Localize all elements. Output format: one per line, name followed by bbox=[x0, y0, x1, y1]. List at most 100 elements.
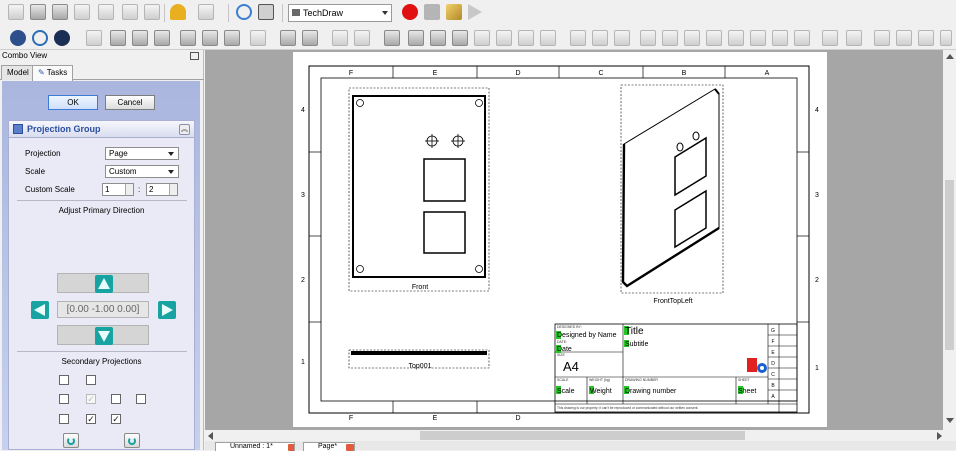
whats-this-icon[interactable] bbox=[258, 4, 274, 20]
view-bottom-icon[interactable] bbox=[202, 30, 218, 46]
draft-view-icon[interactable] bbox=[518, 30, 534, 46]
export-dxf-icon[interactable] bbox=[846, 30, 862, 46]
undo-icon[interactable] bbox=[170, 4, 186, 20]
copy-paste-icon[interactable] bbox=[144, 4, 160, 20]
collapse-icon[interactable]: ︽ bbox=[179, 124, 190, 135]
checkbox-right[interactable] bbox=[111, 394, 121, 404]
clip-add-icon[interactable] bbox=[592, 30, 608, 46]
view-iso-icon[interactable] bbox=[86, 30, 102, 46]
export-svg-icon[interactable] bbox=[822, 30, 838, 46]
drawing-number-value[interactable]: Drawing number bbox=[625, 388, 677, 395]
image-icon[interactable] bbox=[918, 30, 934, 46]
vertical-dimension-icon[interactable] bbox=[684, 30, 700, 46]
checkbox-top-left[interactable] bbox=[59, 375, 69, 385]
link-dimension-icon[interactable] bbox=[772, 30, 788, 46]
front-top-left-view[interactable]: FrontTopLeft bbox=[620, 84, 724, 305]
cancel-button[interactable]: Cancel bbox=[105, 95, 155, 110]
macro-edit-icon[interactable] bbox=[446, 4, 462, 20]
arch-view-icon[interactable] bbox=[540, 30, 556, 46]
measure-icon[interactable] bbox=[250, 30, 266, 46]
checkbox-bottom-left[interactable] bbox=[59, 414, 69, 424]
toggle-frame-icon[interactable] bbox=[940, 30, 952, 46]
horizontal-dimension-icon[interactable] bbox=[662, 30, 678, 46]
rotate-up-button[interactable] bbox=[57, 273, 149, 293]
insert-view-icon[interactable] bbox=[408, 30, 424, 46]
top-view[interactable]: Top001 bbox=[348, 349, 490, 370]
custom-scale-denominator[interactable]: 2 bbox=[146, 183, 178, 196]
scroll-down-icon[interactable] bbox=[946, 418, 954, 423]
checkbox-bottom-right[interactable]: ✓ bbox=[111, 414, 121, 424]
view-front-icon[interactable] bbox=[110, 30, 126, 46]
radius-dimension-icon[interactable] bbox=[706, 30, 722, 46]
scale-select[interactable]: Custom bbox=[105, 165, 179, 178]
view-right-icon[interactable] bbox=[154, 30, 170, 46]
tab-model[interactable]: Model bbox=[1, 65, 35, 80]
checkbox-left[interactable] bbox=[59, 394, 69, 404]
macro-record-icon[interactable] bbox=[402, 4, 418, 20]
checkbox-bottom[interactable]: ✓ bbox=[86, 414, 96, 424]
angle-dimension-icon[interactable] bbox=[750, 30, 766, 46]
rotate-right-icon[interactable] bbox=[158, 301, 176, 319]
balloon-icon[interactable] bbox=[794, 30, 810, 46]
vertical-scroll-thumb[interactable] bbox=[945, 180, 954, 350]
folder-icon[interactable] bbox=[302, 30, 318, 46]
vertical-scrollbar[interactable] bbox=[943, 50, 956, 430]
detail-view-icon[interactable] bbox=[496, 30, 512, 46]
diameter-dimension-icon[interactable] bbox=[728, 30, 744, 46]
tab-tasks[interactable]: ✎ Tasks bbox=[32, 65, 74, 81]
clip-remove-icon[interactable] bbox=[614, 30, 630, 46]
spin-arrows-icon[interactable] bbox=[125, 184, 133, 195]
redraw-page-icon[interactable] bbox=[384, 30, 400, 46]
open-document-icon[interactable] bbox=[30, 4, 46, 20]
ok-button[interactable]: OK bbox=[48, 95, 98, 110]
scale-value[interactable]: Scale bbox=[557, 388, 575, 395]
macro-play-icon[interactable] bbox=[468, 4, 482, 20]
geom-hatch-icon[interactable] bbox=[896, 30, 912, 46]
checkbox-top[interactable] bbox=[86, 375, 96, 385]
drawing-page[interactable]: F E D C B A F E D 4 3 2 1 4 3 2 1 Front bbox=[293, 52, 827, 427]
custom-scale-numerator[interactable]: 1 bbox=[102, 183, 134, 196]
zoom-icon[interactable] bbox=[32, 30, 48, 46]
subtitle-value[interactable]: Subtitle bbox=[625, 341, 648, 348]
hatch-icon[interactable] bbox=[874, 30, 890, 46]
workbench-selector[interactable]: TechDraw bbox=[288, 4, 392, 22]
save-as-icon[interactable] bbox=[74, 4, 90, 20]
sheet-value[interactable]: Sheet bbox=[738, 388, 756, 395]
weight-value[interactable]: Weight bbox=[590, 388, 612, 395]
rotate-down-button[interactable] bbox=[57, 325, 149, 345]
clip-group-icon[interactable] bbox=[570, 30, 586, 46]
projection-group-icon[interactable] bbox=[452, 30, 468, 46]
macro-stop-icon[interactable] bbox=[424, 4, 440, 20]
date-value[interactable]: Date bbox=[557, 346, 572, 353]
title-value[interactable]: Title bbox=[625, 326, 644, 337]
designed-by-value[interactable]: Designed by Name bbox=[557, 332, 617, 339]
new-document-icon[interactable] bbox=[8, 4, 24, 20]
projection-select[interactable]: Page bbox=[105, 147, 179, 160]
draw-style-icon[interactable] bbox=[54, 30, 70, 46]
template-page-icon[interactable] bbox=[354, 30, 370, 46]
active-view-icon[interactable] bbox=[430, 30, 446, 46]
print-icon[interactable] bbox=[98, 4, 114, 20]
length-dimension-icon[interactable] bbox=[640, 30, 656, 46]
size-value[interactable]: A4 bbox=[563, 359, 579, 374]
front-view[interactable]: Front bbox=[348, 87, 490, 292]
projection-group-header[interactable]: Projection Group ︽ bbox=[9, 121, 194, 138]
rotate-ccw-button[interactable] bbox=[63, 433, 79, 448]
new-page-icon[interactable] bbox=[332, 30, 348, 46]
horizontal-scroll-thumb[interactable] bbox=[420, 431, 745, 440]
save-document-icon[interactable] bbox=[52, 4, 68, 20]
std-view-icon[interactable] bbox=[10, 30, 26, 46]
view-rear-icon[interactable] bbox=[180, 30, 196, 46]
scroll-up-icon[interactable] bbox=[946, 54, 954, 59]
redo-icon[interactable] bbox=[198, 4, 214, 20]
section-view-icon[interactable] bbox=[474, 30, 490, 46]
view-left-icon[interactable] bbox=[224, 30, 240, 46]
scroll-right-icon[interactable] bbox=[937, 432, 942, 440]
spin-arrows-icon[interactable] bbox=[169, 184, 177, 195]
rotate-cw-button[interactable] bbox=[124, 433, 140, 448]
undock-icon[interactable] bbox=[190, 52, 199, 60]
scroll-left-icon[interactable] bbox=[208, 432, 213, 440]
refresh-icon[interactable] bbox=[236, 4, 252, 20]
part-icon[interactable] bbox=[280, 30, 296, 46]
cut-icon[interactable] bbox=[122, 4, 138, 20]
